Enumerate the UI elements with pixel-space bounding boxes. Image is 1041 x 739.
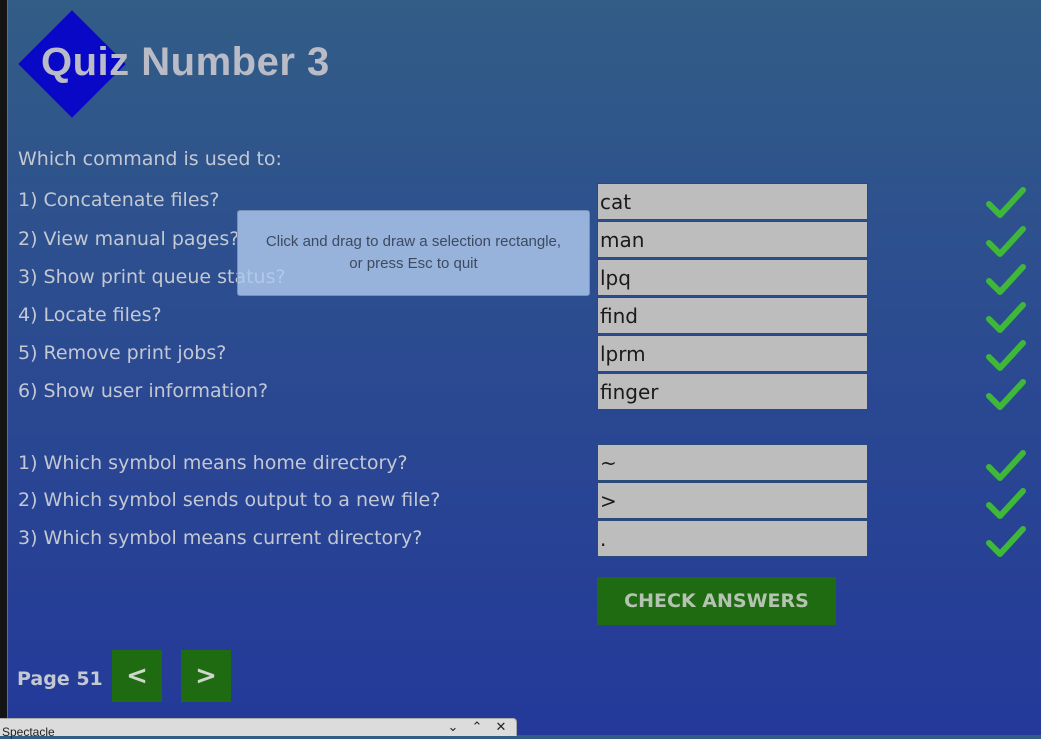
checkmark-icon bbox=[986, 450, 1026, 481]
answer-field[interactable]: > bbox=[597, 482, 868, 519]
taskbar-window[interactable]: Spectacle ⌄ ⌃ ✕ bbox=[0, 718, 517, 739]
selection-hint-overlay: Click and drag to draw a selection recta… bbox=[237, 210, 590, 296]
question-label: 5) Remove print jobs? bbox=[18, 342, 227, 364]
answer-field[interactable]: find bbox=[597, 297, 868, 334]
checkmark-icon bbox=[986, 488, 1026, 519]
question-label: 3) Which symbol means current directory? bbox=[18, 527, 423, 549]
close-icon[interactable]: ✕ bbox=[494, 721, 508, 735]
checkmark-icon bbox=[986, 526, 1026, 557]
answer-field[interactable]: finger bbox=[597, 373, 868, 410]
next-page-button[interactable]: > bbox=[181, 650, 231, 702]
question-label: 2) View manual pages? bbox=[18, 228, 240, 250]
question-label: 1) Which symbol means home directory? bbox=[18, 452, 408, 474]
checkmark-icon bbox=[986, 226, 1026, 257]
checkmark-icon bbox=[986, 379, 1026, 410]
answer-field[interactable]: lprm bbox=[597, 335, 868, 372]
question-label: 6) Show user information? bbox=[18, 380, 269, 402]
answer-field[interactable]: . bbox=[597, 520, 868, 557]
question-label: 2) Which symbol sends output to a new fi… bbox=[18, 489, 441, 511]
answer-field[interactable]: man bbox=[597, 221, 868, 258]
checkmark-icon bbox=[986, 187, 1026, 218]
answer-field[interactable]: ~ bbox=[597, 444, 868, 481]
taskbar-title: Spectacle bbox=[2, 725, 55, 739]
answer-field[interactable]: lpq bbox=[597, 259, 868, 296]
answer-field[interactable]: cat bbox=[597, 183, 868, 220]
overlay-line-2: or press Esc to quit bbox=[349, 255, 478, 272]
prev-page-button[interactable]: < bbox=[112, 650, 162, 702]
checkmark-icon bbox=[986, 264, 1026, 295]
check-answers-button[interactable]: CHECK ANSWERS bbox=[597, 577, 836, 625]
question-label: 1) Concatenate files? bbox=[18, 189, 220, 211]
checkmark-icon bbox=[986, 302, 1026, 333]
intro-text: Which command is used to: bbox=[18, 148, 282, 170]
question-label: 4) Locate files? bbox=[18, 304, 162, 326]
chevron-up-icon[interactable]: ⌃ bbox=[470, 721, 484, 735]
chevron-down-icon[interactable]: ⌄ bbox=[446, 721, 460, 735]
page-title: Quiz Number 3 bbox=[41, 40, 330, 84]
screen-edge bbox=[0, 0, 8, 735]
overlay-line-1: Click and drag to draw a selection recta… bbox=[265, 233, 562, 250]
checkmark-icon bbox=[986, 340, 1026, 371]
page-number: Page 51 bbox=[17, 668, 103, 690]
